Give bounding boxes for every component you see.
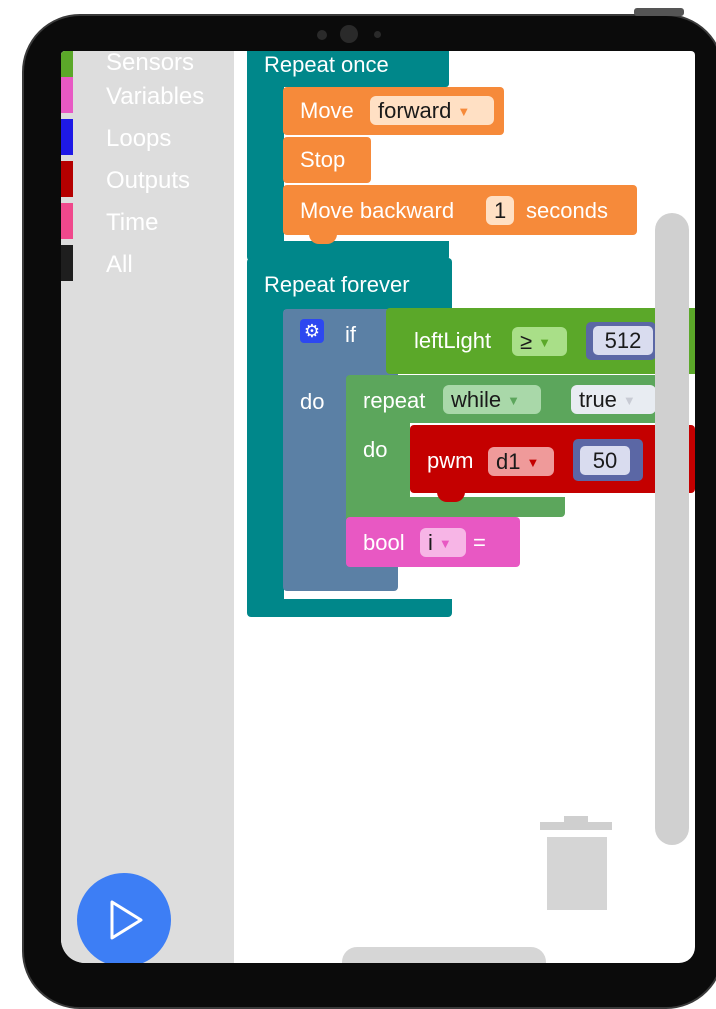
category-label: Time (106, 209, 159, 236)
trash-body (547, 837, 607, 910)
category-color-swatch (61, 203, 73, 239)
chevron-down-icon: ▼ (507, 393, 521, 408)
move-backward-block[interactable]: Move backward 1 seconds (283, 185, 637, 235)
dropdown-value: d1 (496, 449, 521, 474)
chevron-down-icon: ▼ (622, 393, 636, 408)
mode-dropdown[interactable]: while ▼ (443, 385, 541, 414)
block-label: Move (300, 98, 354, 123)
boolean-dropdown[interactable]: true ▼ (571, 385, 656, 414)
repeat-forever-bottom (247, 599, 452, 617)
do-label: do (300, 389, 325, 414)
category-label: Sensors (106, 51, 195, 76)
number-block[interactable]: 512 (586, 322, 656, 360)
pin-dropdown[interactable]: d1 ▼ (488, 447, 554, 476)
camera-sensor (317, 30, 327, 40)
block-label: Move backward (300, 198, 455, 223)
block-label: repeat (363, 388, 426, 413)
comparison-block[interactable]: leftLight ≥ ▼ 512 (386, 308, 695, 374)
block-label: pwm (427, 448, 474, 473)
category-sensors[interactable]: Sensors (61, 51, 234, 79)
horizontal-scrollbar[interactable] (342, 947, 546, 963)
chevron-down-icon: ▼ (457, 104, 471, 119)
number-field[interactable]: 512 (593, 326, 653, 355)
category-color-swatch (61, 51, 73, 79)
stop-block[interactable]: Stop (283, 137, 371, 183)
variable-label: leftLight (414, 328, 492, 353)
variable-dropdown[interactable]: i ▼ (420, 528, 466, 557)
move-forward-block[interactable]: Move forward ▼ (283, 87, 504, 135)
if-label: if (345, 322, 356, 347)
block-label: Repeat once (264, 52, 389, 77)
block-label: Repeat forever (264, 272, 410, 297)
operator-label: = (473, 530, 486, 555)
pwm-block[interactable]: pwm d1 ▼ 50 (410, 425, 695, 493)
operator-dropdown[interactable]: ≥ ▼ (512, 327, 567, 356)
vertical-scrollbar[interactable] (655, 213, 689, 845)
camera-lens (340, 25, 358, 43)
dropdown-value: while (451, 387, 502, 412)
category-all[interactable]: All (61, 245, 234, 281)
trash-icon[interactable] (540, 816, 616, 911)
repeat-once-spine (247, 87, 284, 242)
dropdown-value: true (579, 387, 617, 412)
repeat-forever-spine (247, 309, 284, 604)
category-label: Loops (106, 125, 172, 152)
app-screen: Sensors Variables Loops Outputs Time All… (61, 51, 695, 963)
seconds-input[interactable]: 1 (486, 196, 514, 225)
category-loops[interactable]: Loops (61, 119, 234, 155)
category-outputs[interactable]: Outputs (61, 161, 234, 197)
category-color-swatch (61, 161, 73, 197)
number-field[interactable]: 50 (580, 446, 630, 475)
dropdown-value: i (428, 530, 433, 555)
dropdown-value: forward (378, 98, 452, 123)
category-color-swatch (61, 119, 73, 155)
direction-dropdown[interactable]: forward ▼ (370, 96, 494, 125)
block-label: Stop (300, 147, 346, 172)
do-label: do (363, 437, 388, 462)
chevron-down-icon: ▼ (438, 536, 452, 551)
run-button[interactable] (77, 873, 171, 963)
block-label: bool (363, 530, 405, 555)
gear-icon[interactable]: ⚙ (300, 319, 324, 343)
bool-assign-block[interactable]: bool i ▼ = (346, 517, 520, 567)
input-value: 1 (494, 198, 507, 223)
category-toolbox: Sensors Variables Loops Outputs Time All (61, 51, 234, 963)
category-color-swatch (61, 245, 73, 281)
power-button (634, 8, 684, 16)
repeat-forever-block[interactable]: Repeat forever (247, 258, 452, 310)
chevron-down-icon: ▼ (526, 455, 540, 470)
trash-handle (564, 816, 588, 824)
play-icon (110, 900, 143, 940)
unit-label: seconds (526, 198, 608, 223)
category-time[interactable]: Time (61, 203, 234, 239)
chevron-down-icon: ▼ (538, 335, 551, 350)
category-label: Variables (106, 83, 205, 110)
number-block[interactable]: 50 (573, 439, 643, 481)
camera-light (374, 31, 381, 38)
if-block-tail (283, 569, 398, 591)
category-color-swatch (61, 77, 73, 113)
repeat-while-block[interactable]: repeat while ▼ true ▼ (346, 375, 661, 423)
repeat-once-block[interactable]: Repeat once (247, 51, 449, 87)
category-label: All (106, 251, 133, 278)
category-variables[interactable]: Variables (61, 77, 234, 113)
category-label: Outputs (106, 167, 191, 194)
dropdown-value: ≥ (520, 329, 533, 354)
